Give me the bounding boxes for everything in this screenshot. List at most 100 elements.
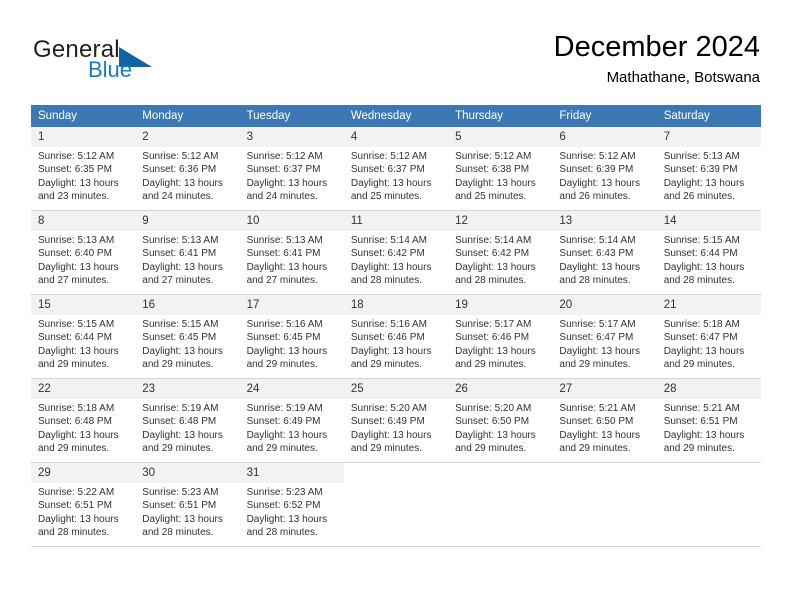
daylight-duration-line1: Daylight: 13 hours	[663, 177, 745, 189]
sunrise-time: Sunrise: 5:12 AM	[246, 151, 323, 162]
calendar-day-cell[interactable]: 27 Sunrise: 5:21 AM Sunset: 6:50 PM Dayligh…	[552, 379, 657, 463]
day-cell-inner: 2 Sunrise: 5:12 AM Sunset: 6:36 PM Daylight…	[135, 127, 240, 211]
daylight-duration-line1: Daylight: 13 hours	[246, 177, 328, 189]
day-info: Sunrise: 5:12 AM Sunset: 6:36 PM Daylight:…	[135, 147, 239, 204]
day-cell-inner: 24 Sunrise: 5:19 AM Sunset: 6:49 PM Dayligh…	[239, 379, 344, 463]
day-number: 15	[31, 295, 136, 315]
calendar-day-cell[interactable]: 13 Sunrise: 5:14 AM Sunset: 6:43 PM Dayligh…	[552, 211, 657, 295]
sunset-time: Sunset: 6:39 PM	[559, 164, 634, 176]
calendar-day-cell[interactable]: 10 Sunrise: 5:13 AM Sunset: 6:41 PM Dayligh…	[239, 211, 344, 295]
daylight-duration-line2: and 28 minutes.	[559, 275, 631, 287]
weekday-header-friday: Friday	[552, 105, 657, 127]
daylight-duration-line1: Daylight: 13 hours	[38, 429, 119, 441]
sunset-time: Sunset: 6:49 PM	[246, 416, 321, 428]
calendar-day-cell[interactable]: 4 Sunrise: 5:12 AM Sunset: 6:37 PM Daylight…	[343, 127, 449, 211]
calendar-day-cell[interactable]: 14 Sunrise: 5:15 AM Sunset: 6:44 PM Dayligh…	[656, 211, 761, 295]
calendar-day-cell[interactable]: 8 Sunrise: 5:13 AM Sunset: 6:40 PM Daylight…	[31, 211, 136, 295]
sunrise-time: Sunrise: 5:16 AM	[246, 319, 323, 330]
calendar-day-cell-empty	[343, 463, 449, 547]
calendar-day-cell[interactable]: 24 Sunrise: 5:19 AM Sunset: 6:49 PM Dayligh…	[239, 379, 344, 463]
calendar-day-cell[interactable]: 15 Sunrise: 5:15 AM Sunset: 6:44 PM Dayligh…	[31, 295, 136, 379]
day-number: 10	[239, 211, 344, 231]
sunset-time: Sunset: 6:47 PM	[663, 332, 738, 344]
daylight-duration-line1: Daylight: 13 hours	[246, 345, 328, 357]
calendar-day-cell-empty	[552, 463, 657, 547]
calendar-day-cell[interactable]: 29 Sunrise: 5:22 AM Sunset: 6:51 PM Dayligh…	[31, 463, 136, 547]
calendar-day-cell[interactable]: 11 Sunrise: 5:14 AM Sunset: 6:42 PM Dayligh…	[343, 211, 449, 295]
daylight-duration-line2: and 27 minutes.	[142, 275, 214, 287]
day-cell-inner: 21 Sunrise: 5:18 AM Sunset: 6:47 PM Dayligh…	[656, 295, 761, 379]
weekday-header-wednesday: Wednesday	[343, 105, 449, 127]
day-info: Sunrise: 5:17 AM Sunset: 6:47 PM Daylight:…	[552, 315, 656, 372]
day-number: 2	[135, 127, 240, 147]
calendar-day-cell[interactable]: 30 Sunrise: 5:23 AM Sunset: 6:51 PM Dayligh…	[135, 463, 240, 547]
day-info: Sunrise: 5:22 AM Sunset: 6:51 PM Daylight:…	[31, 483, 135, 540]
daylight-duration-line2: and 29 minutes.	[455, 443, 527, 455]
calendar-day-cell[interactable]: 22 Sunrise: 5:18 AM Sunset: 6:48 PM Dayligh…	[31, 379, 136, 463]
brand-logo[interactable]: General Blue	[33, 36, 233, 86]
sunset-time: Sunset: 6:47 PM	[559, 332, 634, 344]
calendar-day-cell[interactable]: 23 Sunrise: 5:19 AM Sunset: 6:48 PM Dayligh…	[135, 379, 240, 463]
calendar-week-row: 29 Sunrise: 5:22 AM Sunset: 6:51 PM Dayligh…	[31, 463, 761, 547]
sunrise-time: Sunrise: 5:21 AM	[559, 403, 636, 414]
calendar-day-cell[interactable]: 21 Sunrise: 5:18 AM Sunset: 6:47 PM Dayligh…	[656, 295, 761, 379]
sunrise-time: Sunrise: 5:18 AM	[663, 319, 740, 330]
day-number: 28	[656, 379, 761, 399]
day-number: 20	[552, 295, 657, 315]
day-info: Sunrise: 5:15 AM Sunset: 6:44 PM Daylight:…	[31, 315, 135, 372]
sunrise-time: Sunrise: 5:12 AM	[455, 151, 532, 162]
sunset-time: Sunset: 6:41 PM	[246, 248, 321, 260]
page-title: December 2024	[553, 31, 760, 63]
weekday-header-thursday: Thursday	[448, 105, 553, 127]
daylight-duration-line2: and 29 minutes.	[559, 359, 631, 371]
calendar-header-row: Sunday Monday Tuesday Wednesday Thursday…	[31, 105, 761, 127]
sunrise-time: Sunrise: 5:13 AM	[663, 151, 740, 162]
day-number: 25	[343, 379, 449, 399]
daylight-duration-line1: Daylight: 13 hours	[142, 513, 223, 525]
page-header: General Blue December 2024 Mathathane, B…	[0, 0, 792, 100]
day-info: Sunrise: 5:12 AM Sunset: 6:38 PM Daylight:…	[448, 147, 552, 204]
calendar-week-row: 22 Sunrise: 5:18 AM Sunset: 6:48 PM Dayligh…	[31, 379, 761, 463]
sunset-time: Sunset: 6:50 PM	[559, 416, 634, 428]
calendar-day-cell[interactable]: 2 Sunrise: 5:12 AM Sunset: 6:36 PM Daylight…	[135, 127, 240, 211]
calendar-day-cell[interactable]: 26 Sunrise: 5:20 AM Sunset: 6:50 PM Dayligh…	[448, 379, 553, 463]
day-cell-inner: 16 Sunrise: 5:15 AM Sunset: 6:45 PM Dayligh…	[135, 295, 240, 379]
calendar-day-cell[interactable]: 9 Sunrise: 5:13 AM Sunset: 6:41 PM Daylight…	[135, 211, 240, 295]
title-block: December 2024 Mathathane, Botswana	[554, 30, 760, 88]
day-number: 23	[135, 379, 240, 399]
sunrise-time: Sunrise: 5:22 AM	[38, 487, 115, 498]
day-cell-inner: 25 Sunrise: 5:20 AM Sunset: 6:49 PM Dayligh…	[343, 379, 449, 463]
sunrise-time: Sunrise: 5:13 AM	[246, 235, 323, 246]
day-info: Sunrise: 5:19 AM Sunset: 6:49 PM Daylight:…	[240, 399, 344, 456]
sunset-time: Sunset: 6:50 PM	[455, 416, 530, 428]
calendar-day-cell[interactable]: 25 Sunrise: 5:20 AM Sunset: 6:49 PM Dayligh…	[343, 379, 449, 463]
day-cell-inner: 22 Sunrise: 5:18 AM Sunset: 6:48 PM Dayligh…	[31, 379, 136, 463]
day-info: Sunrise: 5:12 AM Sunset: 6:37 PM Daylight:…	[344, 147, 448, 204]
day-number	[344, 463, 448, 483]
calendar-day-cell[interactable]: 16 Sunrise: 5:15 AM Sunset: 6:45 PM Dayligh…	[135, 295, 240, 379]
calendar-day-cell[interactable]: 17 Sunrise: 5:16 AM Sunset: 6:45 PM Dayligh…	[239, 295, 344, 379]
calendar-day-cell[interactable]: 5 Sunrise: 5:12 AM Sunset: 6:38 PM Daylight…	[448, 127, 553, 211]
calendar-day-cell-empty	[656, 463, 761, 547]
daylight-duration-line2: and 29 minutes.	[142, 443, 214, 455]
calendar-day-cell[interactable]: 3 Sunrise: 5:12 AM Sunset: 6:37 PM Daylight…	[239, 127, 344, 211]
day-number: 11	[343, 211, 449, 231]
day-number: 4	[343, 127, 449, 147]
day-cell-inner: 4 Sunrise: 5:12 AM Sunset: 6:37 PM Daylight…	[343, 127, 449, 211]
calendar-day-cell[interactable]: 31 Sunrise: 5:23 AM Sunset: 6:52 PM Dayligh…	[239, 463, 344, 547]
day-info: Sunrise: 5:12 AM Sunset: 6:39 PM Daylight:…	[552, 147, 656, 204]
day-number: 29	[31, 463, 136, 483]
calendar-day-cell[interactable]: 28 Sunrise: 5:21 AM Sunset: 6:51 PM Dayligh…	[656, 379, 761, 463]
calendar-day-cell[interactable]: 7 Sunrise: 5:13 AM Sunset: 6:39 PM Daylight…	[656, 127, 761, 211]
calendar-day-cell[interactable]: 19 Sunrise: 5:17 AM Sunset: 6:46 PM Dayligh…	[448, 295, 553, 379]
calendar-day-cell[interactable]: 1 Sunrise: 5:12 AM Sunset: 6:35 PM Daylight…	[31, 127, 136, 211]
daylight-duration-line1: Daylight: 13 hours	[38, 177, 119, 189]
calendar-day-cell[interactable]: 18 Sunrise: 5:16 AM Sunset: 6:46 PM Dayligh…	[343, 295, 449, 379]
calendar-day-cell[interactable]: 20 Sunrise: 5:17 AM Sunset: 6:47 PM Dayligh…	[552, 295, 657, 379]
sunset-time: Sunset: 6:52 PM	[246, 500, 321, 512]
calendar-day-cell[interactable]: 12 Sunrise: 5:14 AM Sunset: 6:42 PM Dayligh…	[448, 211, 553, 295]
day-info: Sunrise: 5:13 AM Sunset: 6:41 PM Daylight:…	[240, 231, 344, 288]
sunset-time: Sunset: 6:37 PM	[350, 164, 425, 176]
calendar-day-cell[interactable]: 6 Sunrise: 5:12 AM Sunset: 6:39 PM Daylight…	[552, 127, 657, 211]
sunrise-time: Sunrise: 5:23 AM	[246, 487, 323, 498]
